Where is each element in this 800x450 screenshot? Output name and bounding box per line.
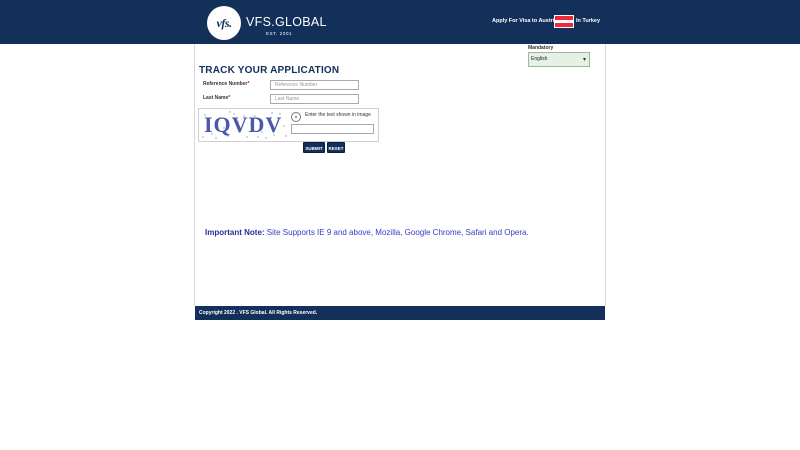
required-marker: * bbox=[247, 81, 250, 87]
important-note-text: Site Supports IE 9 and above, Mozilla, G… bbox=[264, 228, 529, 237]
language-select[interactable]: English ▾ bbox=[528, 52, 590, 67]
reset-button[interactable]: RESET bbox=[327, 142, 345, 153]
captcha-image: IQVDV bbox=[200, 110, 288, 140]
language-label: Mandatory bbox=[528, 45, 554, 51]
captcha-hint: Enter the text shown in image bbox=[305, 112, 371, 118]
language-selected-value: English bbox=[531, 56, 548, 62]
country-text: In Turkey bbox=[576, 18, 601, 24]
page-title: TRACK YOUR APPLICATION bbox=[199, 65, 340, 76]
important-note: Important Note: Site Supports IE 9 and a… bbox=[205, 228, 529, 237]
refresh-captcha-icon[interactable] bbox=[291, 112, 301, 122]
main-content-panel bbox=[194, 44, 606, 306]
apply-visa-text: Apply For Visa to Austria bbox=[492, 18, 558, 24]
submit-button[interactable]: SUBMIT bbox=[303, 142, 325, 153]
footer-bar: Copyright 2022 . VFS Global. All Rights … bbox=[195, 306, 605, 320]
reference-label-text: Reference Number bbox=[203, 81, 248, 87]
last-name-input[interactable]: Last Name bbox=[270, 94, 359, 104]
flag-stripe-bottom bbox=[555, 23, 573, 28]
footer-copyright: Copyright 2022 . VFS Global. All Rights … bbox=[199, 310, 318, 316]
lastname-label-text: Last Name bbox=[203, 95, 229, 101]
austria-flag-icon bbox=[554, 15, 574, 28]
captcha-input[interactable] bbox=[291, 124, 374, 134]
top-header-bar bbox=[0, 0, 800, 44]
reference-number-input[interactable]: Reference Number bbox=[270, 80, 359, 90]
brand-name: VFS.GLOBAL bbox=[246, 15, 327, 29]
logo-text: vfs. bbox=[216, 15, 233, 30]
vfs-logo-icon[interactable]: vfs. bbox=[207, 6, 241, 40]
chevron-down-icon: ▾ bbox=[582, 57, 586, 63]
reference-number-label: Reference Number* bbox=[203, 81, 249, 87]
brand-est: EST. 2001 bbox=[266, 31, 293, 36]
required-marker: * bbox=[228, 95, 231, 101]
last-name-label: Last Name* bbox=[203, 95, 230, 101]
captcha-text: IQVDV bbox=[204, 112, 283, 137]
important-note-label: Important Note: bbox=[205, 228, 265, 237]
